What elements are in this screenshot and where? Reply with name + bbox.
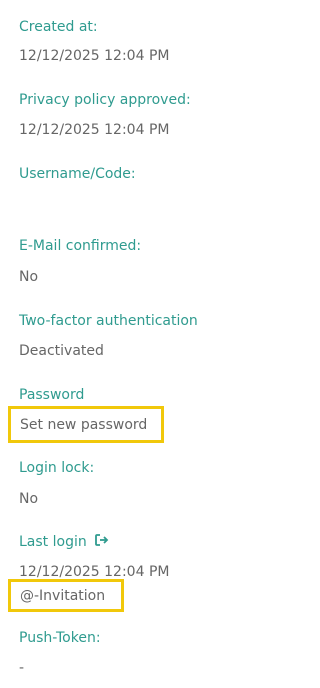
password-label: Password bbox=[19, 387, 85, 403]
last-login-link[interactable]: Last login bbox=[19, 533, 109, 551]
push-token-label: Push-Token: bbox=[19, 630, 101, 646]
username-label: Username/Code: bbox=[19, 166, 136, 182]
email-confirmed-value: No bbox=[19, 269, 39, 285]
invitation-label: @-Invitation bbox=[20, 587, 106, 604]
created-at-value: 12/12/2025 12:04 PM bbox=[19, 48, 170, 64]
last-login-label: Last login bbox=[19, 534, 87, 550]
two-factor-label: Two-factor authentication bbox=[19, 313, 198, 329]
email-confirmed-label: E-Mail confirmed: bbox=[19, 238, 142, 254]
created-at-label: Created at: bbox=[19, 19, 98, 35]
set-new-password-button[interactable]: Set new password bbox=[8, 406, 164, 443]
two-factor-value: Deactivated bbox=[19, 343, 104, 359]
sign-in-icon bbox=[95, 533, 109, 551]
set-new-password-label: Set new password bbox=[20, 416, 148, 433]
login-lock-value: No bbox=[19, 491, 39, 507]
privacy-policy-value: 12/12/2025 12:04 PM bbox=[19, 122, 170, 138]
invitation-button[interactable]: @-Invitation bbox=[8, 579, 124, 612]
push-token-value: - bbox=[19, 660, 25, 676]
privacy-policy-label: Privacy policy approved: bbox=[19, 92, 191, 108]
login-lock-label: Login lock: bbox=[19, 460, 95, 476]
